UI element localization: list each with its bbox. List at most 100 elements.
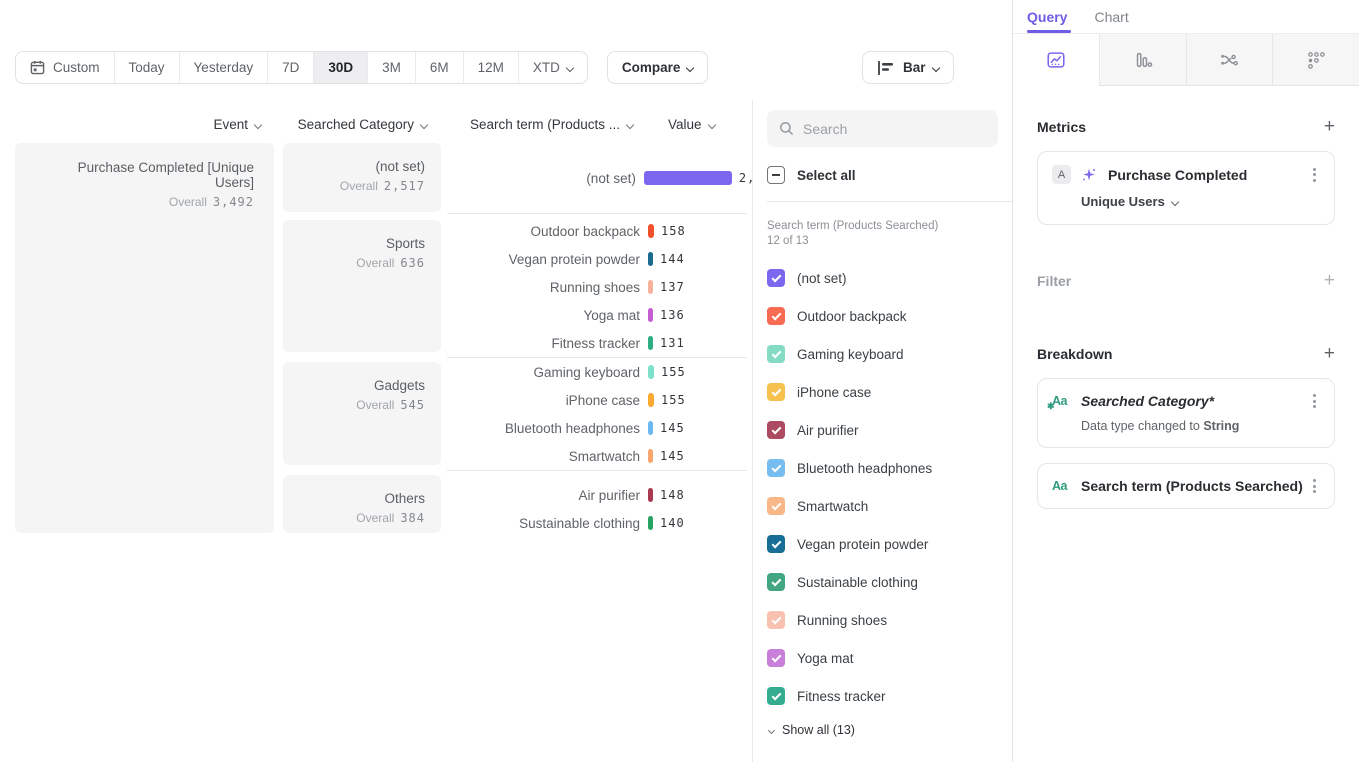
series-checkbox[interactable] [767,345,785,363]
breakdown-card[interactable]: AaSearch term (Products Searched) [1037,463,1335,509]
column-header-searched-category[interactable]: Searched Category [283,117,427,132]
series-checkbox[interactable] [767,307,785,325]
legend-context-label: Search term (Products Searched) 12 of 13 [767,219,942,249]
series-checkbox[interactable] [767,421,785,439]
legend-item[interactable]: Fitness tracker [767,677,998,715]
value-bar [648,449,653,463]
select-all-row[interactable]: Select all [767,156,998,194]
value-bar [648,308,653,322]
chart-row[interactable]: (not set)2,517 [450,164,780,192]
chart-row[interactable]: Air purifier148 [450,481,780,509]
legend-item[interactable]: Gaming keyboard [767,335,998,373]
select-all-checkbox[interactable] [767,166,785,184]
series-checkbox[interactable] [767,269,785,287]
metric-card[interactable]: A Purchase Completed Unique Users [1037,151,1335,225]
date-range-yesterday[interactable]: Yesterday [180,52,269,83]
chart-row[interactable]: Bluetooth headphones145 [450,414,780,442]
compare-button[interactable]: Compare [607,51,709,84]
chart-row[interactable]: Running shoes137 [450,273,780,301]
value-bar [648,488,653,502]
divider [447,213,747,214]
chart-row-group: Outdoor backpack158Vegan protein powder1… [450,217,780,357]
chart-row-group: Gaming keyboard155iPhone case155Bluetoot… [450,358,780,470]
series-checkbox[interactable] [767,611,785,629]
legend-item[interactable]: iPhone case [767,373,998,411]
category-card[interactable]: SportsOverall636 [283,220,441,352]
divider [447,357,747,358]
legend-item[interactable]: Vegan protein powder [767,525,998,563]
value-bar [648,393,654,407]
chart-row[interactable]: Fitness tracker131 [450,329,780,357]
chart-row[interactable]: Gaming keyboard155 [450,358,780,386]
chart-row[interactable]: iPhone case155 [450,386,780,414]
aggregation-dropdown[interactable]: Unique Users [1081,194,1320,209]
chevron-down-icon [686,63,694,71]
column-header-value[interactable]: Value [668,117,715,132]
chart-type-label: Bar [903,60,926,75]
tab-flows[interactable] [1186,34,1273,86]
legend-item[interactable]: Running shoes [767,601,998,639]
chart-type-button[interactable]: Bar [862,51,954,84]
date-range-7d[interactable]: 7D [268,52,314,83]
date-range-30d[interactable]: 30D [314,52,368,83]
kebab-menu-icon[interactable] [1309,477,1320,495]
legend-item[interactable]: Smartwatch [767,487,998,525]
series-checkbox[interactable] [767,573,785,591]
legend-item[interactable]: Air purifier [767,411,998,449]
legend-item[interactable]: Sustainable clothing [767,563,998,601]
value-bar [648,516,653,530]
kebab-menu-icon[interactable] [1309,392,1320,410]
show-all-button[interactable]: Show all (13) [767,723,998,737]
legend-item[interactable]: (not set) [767,259,998,297]
series-checkbox[interactable] [767,687,785,705]
breakdown-card[interactable]: Aa✱Searched Category*Data type changed t… [1037,378,1335,448]
legend-item[interactable]: Bluetooth headphones [767,449,998,487]
search-input[interactable] [803,121,953,137]
tab-chart[interactable]: Chart [1094,0,1128,33]
date-range-today[interactable]: Today [115,52,180,83]
category-card[interactable]: OthersOverall384 [283,475,441,533]
series-checkbox[interactable] [767,535,785,553]
date-range-6m[interactable]: 6M [416,52,464,83]
date-range-3m[interactable]: 3M [368,52,416,83]
compare-label: Compare [622,60,681,75]
series-checkbox[interactable] [767,649,785,667]
add-filter-button[interactable]: + [1324,271,1335,290]
series-checkbox[interactable] [767,383,785,401]
add-metric-button[interactable]: + [1324,117,1335,136]
chart-row[interactable]: Outdoor backpack158 [450,217,780,245]
tab-funnels[interactable] [1099,34,1186,86]
column-header-event[interactable]: Event [15,117,261,132]
select-all-label: Select all [797,168,856,183]
string-property-icon: Aa [1052,479,1071,493]
value-bar [648,252,653,266]
value-bar [648,336,653,350]
chart-row[interactable]: Vegan protein powder144 [450,245,780,273]
tab-retention[interactable] [1272,34,1359,86]
series-checkbox[interactable] [767,459,785,477]
chart-row[interactable]: Sustainable clothing140 [450,509,780,537]
add-breakdown-button[interactable]: + [1324,344,1335,363]
legend-search[interactable] [767,110,998,147]
chart-row[interactable]: Yoga mat136 [450,301,780,329]
date-range-xtd[interactable]: XTD [519,52,587,83]
legend-item[interactable]: Yoga mat [767,639,998,677]
date-range-12m[interactable]: 12M [464,52,519,83]
tab-query[interactable]: Query [1027,0,1067,33]
event-card[interactable]: Purchase Completed [Unique Users] Overal… [15,143,274,533]
legend-list: (not set)Outdoor backpackGaming keyboard… [767,259,998,715]
bar-chart-icon [877,60,895,76]
kebab-menu-icon[interactable] [1309,166,1320,184]
category-card[interactable]: (not set)Overall2,517 [283,143,441,212]
tab-insights[interactable] [1013,34,1099,86]
legend-item[interactable]: Outdoor backpack [767,297,998,335]
chart-row[interactable]: Smartwatch145 [450,442,780,470]
string-property-icon: Aa✱ [1052,394,1071,408]
date-range-custom[interactable]: Custom [16,52,115,83]
category-card[interactable]: GadgetsOverall545 [283,362,441,465]
column-header-search-term[interactable]: Search term (Products ... [448,117,633,132]
chart-row-group: Air purifier148Sustainable clothing140 [450,481,780,537]
series-checkbox[interactable] [767,497,785,515]
chevron-down-icon [1171,197,1179,205]
metric-name: Purchase Completed [1108,167,1309,183]
